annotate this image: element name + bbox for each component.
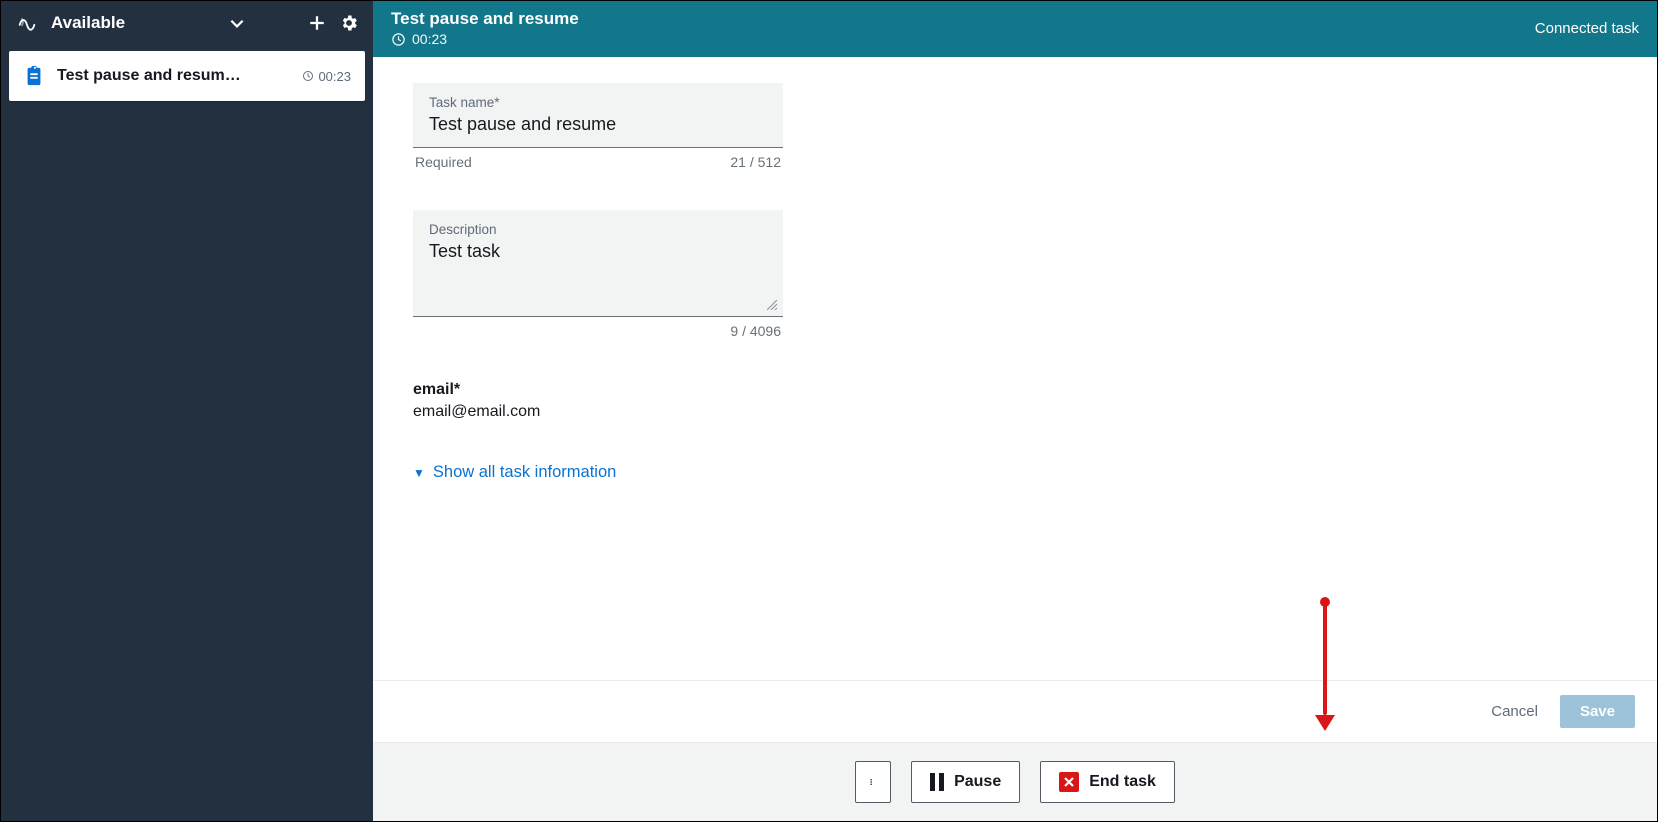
sidebar-header: Available: [1, 1, 373, 45]
pause-label: Pause: [954, 773, 1001, 791]
show-all-task-info-link[interactable]: ▼ Show all task information: [413, 463, 783, 482]
description-label: Description: [429, 222, 767, 237]
clock-icon: [302, 70, 314, 82]
description-char-count: 9 / 4096: [730, 323, 781, 339]
cancel-button[interactable]: Cancel: [1485, 695, 1544, 728]
main-panel: Test pause and resume 00:23 Connected ta…: [373, 1, 1657, 821]
task-icon: [23, 65, 45, 87]
pause-button[interactable]: Pause: [911, 761, 1020, 803]
email-value: email@email.com: [413, 403, 783, 421]
more-actions-button[interactable]: [855, 761, 891, 803]
email-label: email*: [413, 381, 783, 399]
task-name-field: Task name*: [413, 83, 783, 148]
agent-status-label: Available: [51, 13, 125, 33]
email-field: email* email@email.com: [413, 381, 783, 421]
task-name-char-count: 21 / 512: [730, 154, 781, 170]
resize-handle-icon[interactable]: [767, 300, 777, 310]
task-name-input[interactable]: [429, 114, 767, 135]
description-field: Description: [413, 210, 783, 317]
kebab-icon: [870, 773, 876, 791]
disclosure-triangle-icon: ▼: [413, 467, 425, 479]
save-button[interactable]: Save: [1560, 695, 1635, 728]
topbar-title: Test pause and resume: [391, 9, 579, 29]
action-strip: Pause End task: [373, 742, 1657, 821]
task-name-helper-required: Required: [415, 154, 472, 170]
topbar-elapsed: 00:23: [391, 31, 579, 47]
sidebar-task-title: Test pause and resum…: [57, 67, 290, 85]
task-name-label: Task name*: [429, 95, 767, 110]
description-input[interactable]: [429, 241, 767, 311]
sidebar: Available Test pause and resum… 00:23: [1, 1, 373, 821]
status-dropdown-button[interactable]: [225, 11, 249, 35]
connected-task-label: Connected task: [1535, 20, 1639, 37]
end-task-button[interactable]: End task: [1040, 761, 1175, 803]
add-button[interactable]: [305, 11, 329, 35]
save-strip: Cancel Save: [373, 680, 1657, 742]
sidebar-task-elapsed: 00:23: [302, 69, 351, 84]
show-all-task-info-label: Show all task information: [433, 463, 616, 482]
description-helper: 9 / 4096: [413, 317, 783, 339]
settings-button[interactable]: [337, 11, 361, 35]
clock-icon: [391, 32, 406, 47]
agent-status-icon: [13, 11, 41, 35]
end-task-icon: [1059, 772, 1079, 792]
sidebar-task-card[interactable]: Test pause and resum… 00:23: [9, 51, 365, 101]
task-name-helper: Required 21 / 512: [413, 148, 783, 170]
pause-icon: [930, 773, 944, 791]
end-task-label: End task: [1089, 773, 1156, 791]
form-area: Task name* Required 21 / 512 Description…: [373, 57, 1657, 680]
topbar: Test pause and resume 00:23 Connected ta…: [373, 1, 1657, 57]
